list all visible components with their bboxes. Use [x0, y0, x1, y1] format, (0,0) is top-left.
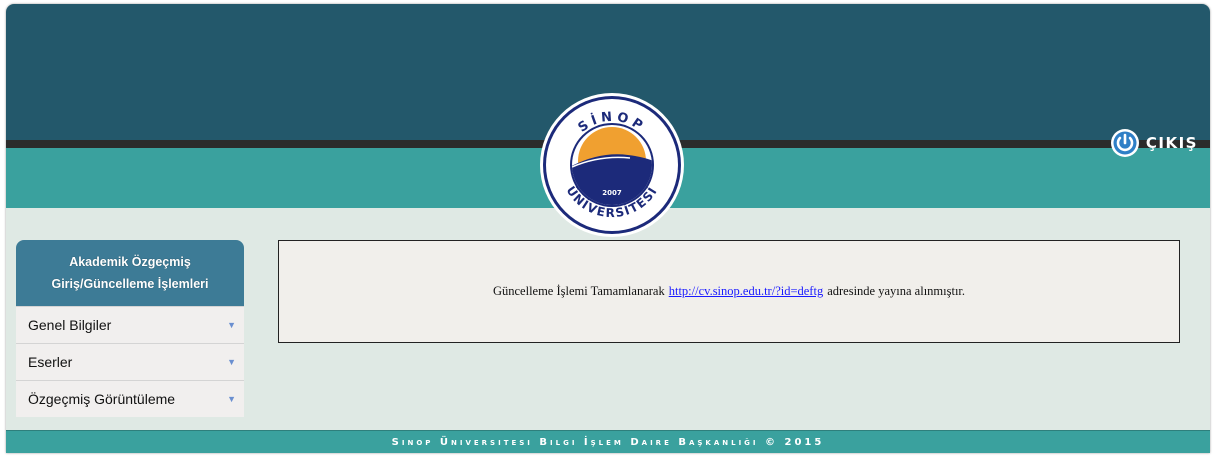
footer: Sinop Üniversitesi Bilgi İşlem Daire Baş… — [6, 430, 1210, 453]
chevron-down-icon: ▼ — [227, 357, 236, 367]
page-frame: SİNOP 2007 ÜNİVERSİTESİ ÇIKIŞ Akademik Ö… — [6, 4, 1210, 453]
sidebar-item-label: Özgeçmiş Görüntüleme — [28, 391, 176, 407]
sidebar-item-eserler[interactable]: Eserler ▼ — [16, 343, 244, 380]
university-logo: SİNOP 2007 ÜNİVERSİTESİ — [540, 93, 684, 237]
chevron-down-icon: ▼ — [227, 320, 236, 330]
sidebar-item-label: Eserler — [28, 354, 73, 370]
sidebar-item-ozgecmis-goruntuleme[interactable]: Özgeçmiş Görüntüleme ▼ — [16, 380, 244, 417]
sidebar-title-line2: Giriş/Güncelleme İşlemleri — [51, 277, 209, 291]
power-icon — [1110, 129, 1139, 157]
message-text-after: adresinde yayına alınmıştır. — [827, 284, 966, 298]
sidebar-header: Akademik Özgeçmiş Giriş/Güncelleme İşlem… — [16, 240, 244, 306]
message-text-before: Güncelleme İşlemi Tamamlanarak — [492, 284, 665, 298]
logout-label: ÇIKIŞ — [1145, 134, 1198, 152]
sidebar: Akademik Özgeçmiş Giriş/Güncelleme İşlem… — [16, 240, 244, 417]
footer-text: Sinop Üniversitesi Bilgi İşlem Daire Baş… — [391, 437, 825, 448]
cv-link[interactable]: http://cv.sinop.edu.tr/?id=deftg — [669, 284, 823, 299]
logout-button[interactable]: ÇIKIŞ — [1110, 127, 1198, 159]
message-box: Güncelleme İşlemi Tamamlanarak http://cv… — [278, 240, 1180, 343]
sidebar-item-label: Genel Bilgiler — [28, 317, 112, 333]
logo-year: 2007 — [602, 189, 622, 197]
chevron-down-icon: ▼ — [227, 394, 236, 404]
sidebar-item-genel-bilgiler[interactable]: Genel Bilgiler ▼ — [16, 306, 244, 343]
sidebar-title-line1: Akademik Özgeçmiş — [69, 255, 191, 269]
